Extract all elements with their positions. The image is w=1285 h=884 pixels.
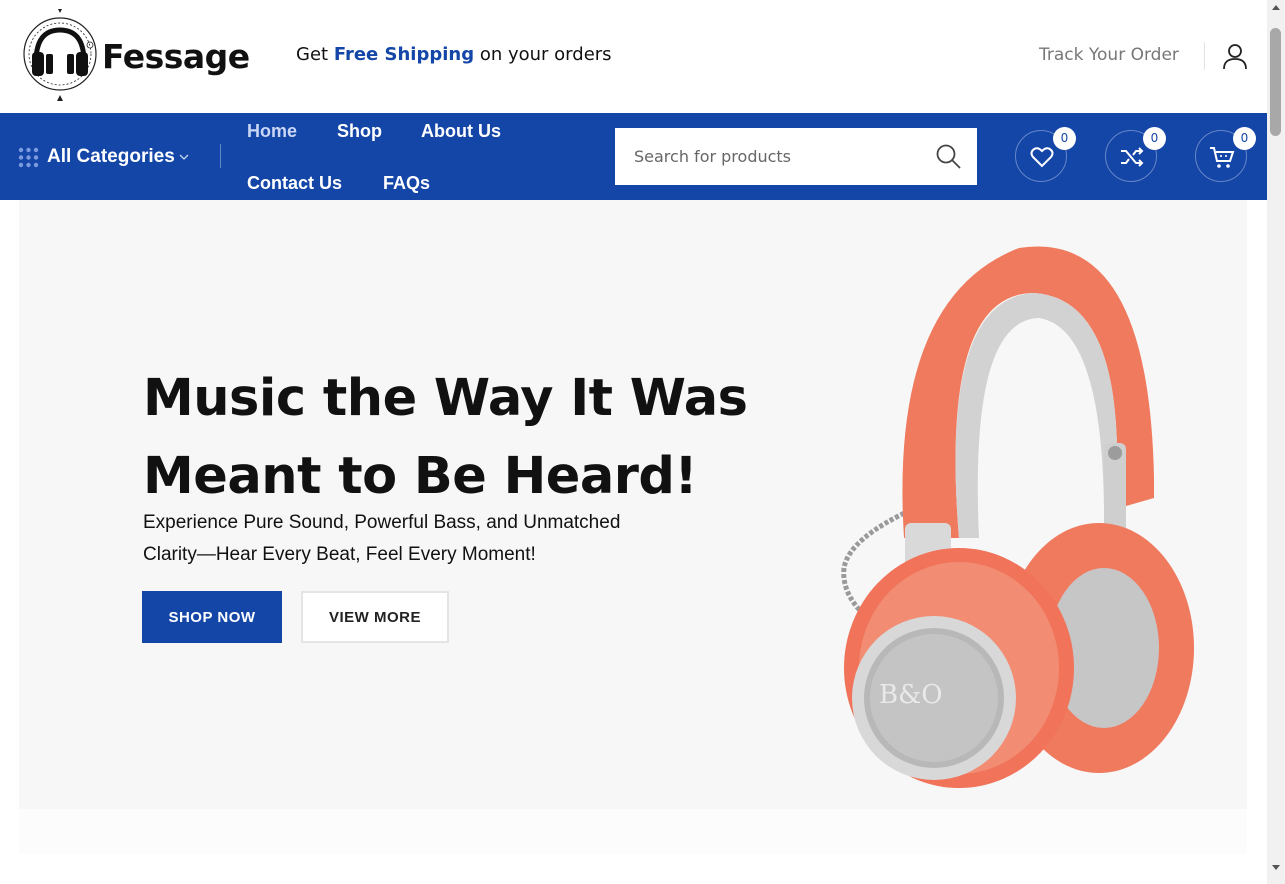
cart-count-badge: 0	[1233, 127, 1256, 150]
bo-brand-mark: B&O	[879, 680, 943, 710]
headphones-logo-icon	[23, 9, 97, 101]
hero-title-line2: Meant to Be Heard!	[143, 447, 698, 506]
nav-contact-us[interactable]: Contact Us	[247, 173, 342, 194]
view-more-button[interactable]: VIEW MORE	[301, 591, 449, 643]
track-order-link[interactable]: Track Your Order	[1039, 45, 1179, 65]
heart-icon	[1030, 147, 1054, 168]
nav-about-us[interactable]: About Us	[421, 121, 501, 142]
wishlist-count-badge: 0	[1053, 127, 1076, 150]
compare-count-badge: 0	[1143, 127, 1166, 150]
cart-icon	[1210, 147, 1235, 168]
all-categories-label: All Categories	[47, 146, 175, 167]
user-account-icon[interactable]	[1221, 42, 1249, 70]
wishlist-button[interactable]: 0	[1015, 127, 1076, 182]
hero-title: Music the Way It Was Meant to Be Heard!	[143, 360, 763, 516]
grid-dots-icon	[18, 147, 39, 167]
shipping-promo: Get Free Shipping on your orders	[296, 44, 612, 65]
headphones-product-image: B&O	[841, 246, 1194, 788]
search-icon[interactable]	[935, 143, 962, 170]
shuffle-compare-icon	[1121, 147, 1144, 167]
scroll-down-arrow-icon[interactable]	[1272, 865, 1280, 870]
all-categories-dropdown[interactable]: All Categories	[18, 146, 189, 168]
hero-title-line1: Music the Way It Was	[143, 369, 748, 428]
scroll-up-arrow-icon[interactable]	[1272, 5, 1280, 10]
nav-home[interactable]: Home	[247, 121, 297, 142]
site-logo[interactable]: Fessage	[22, 8, 250, 104]
logo-text: Fessage	[102, 36, 250, 76]
promo-prefix: Get	[296, 44, 334, 65]
nav-faqs[interactable]: FAQs	[383, 173, 430, 194]
hero-subtitle-line2: Clarity—Hear Every Beat, Feel Every Mome…	[143, 544, 536, 565]
product-search	[615, 128, 977, 185]
main-navbar: All Categories Home Shop About Us Contac…	[0, 113, 1267, 200]
hero-subtitle: Experience Pure Sound, Powerful Bass, an…	[143, 507, 663, 571]
header-divider	[1204, 42, 1205, 70]
nav-shop[interactable]: Shop	[337, 121, 382, 142]
compare-button[interactable]: 0	[1105, 127, 1166, 182]
hero-banner: Music the Way It Was Meant to Be Heard! …	[19, 200, 1247, 809]
shop-now-button[interactable]: SHOP NOW	[142, 591, 282, 643]
chevron-down-icon	[179, 154, 189, 160]
search-input[interactable]	[615, 128, 925, 185]
cart-button[interactable]: 0	[1195, 127, 1256, 182]
nav-divider	[220, 144, 221, 168]
promo-suffix: on your orders	[474, 44, 612, 65]
page-scrollbar[interactable]	[1267, 0, 1285, 884]
site-header: Fessage Get Free Shipping on your orders…	[0, 0, 1267, 113]
hero-subtitle-line1: Experience Pure Sound, Powerful Bass, an…	[143, 512, 621, 533]
promo-highlight: Free Shipping	[333, 44, 475, 65]
next-section-strip	[19, 809, 1247, 854]
scroll-thumb[interactable]	[1270, 28, 1281, 136]
